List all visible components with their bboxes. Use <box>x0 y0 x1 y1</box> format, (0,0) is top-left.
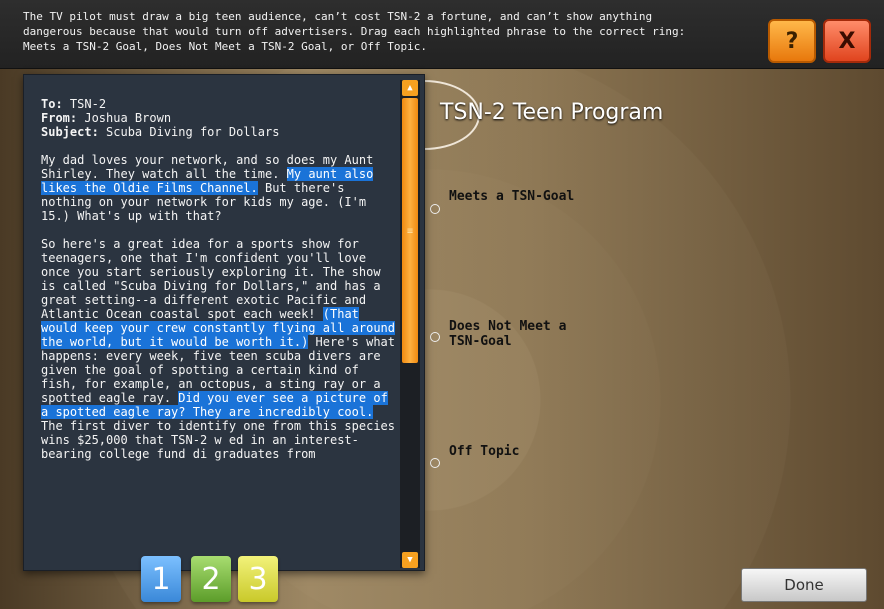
meets-goal-target[interactable]: Meets a TSN-Goal <box>449 189 619 204</box>
help-button[interactable]: ? <box>768 19 816 63</box>
meets-goal-dot <box>430 204 440 214</box>
scroll-down-arrow-icon[interactable]: ▼ <box>402 552 418 568</box>
tab-page-2[interactable]: 2 <box>191 556 231 602</box>
scroll-up-arrow-icon[interactable]: ▲ <box>402 80 418 96</box>
ring-title: TSN-2 Teen Program <box>440 100 664 125</box>
close-button[interactable]: X <box>823 19 871 63</box>
paragraph-1: My dad loves your network, and so does m… <box>41 153 397 223</box>
subject-value: Scuba Diving for Dollars <box>106 125 280 139</box>
to-label: To: <box>41 97 63 111</box>
subject-label: Subject: <box>41 125 99 139</box>
off-topic-target[interactable]: Off Topic <box>449 444 599 459</box>
not-meets-goal-dot <box>430 332 440 342</box>
grip-icon: ≡ <box>406 226 414 237</box>
done-button[interactable]: Done <box>741 568 867 602</box>
instructions-text: The TV pilot must draw a big teen audien… <box>23 10 686 53</box>
to-value: TSN-2 <box>69 97 107 111</box>
text-run: The first diver to identify one from thi… <box>41 419 396 461</box>
email-panel: To: TSN-2 From: Joshua Brown Subject: Sc… <box>23 74 425 571</box>
off-topic-dot <box>430 458 440 468</box>
paragraph-2: So here's a great idea for a sports show… <box>41 237 397 461</box>
from-value: Joshua Brown <box>84 111 172 125</box>
tab-page-3[interactable]: 3 <box>238 556 278 602</box>
tab-page-1[interactable]: 1 <box>141 556 181 602</box>
instruction-bar: The TV pilot must draw a big teen audien… <box>0 0 884 69</box>
from-label: From: <box>41 111 78 125</box>
not-meets-goal-target[interactable]: Does Not Meet a TSN-Goal <box>449 319 599 349</box>
email-body: To: TSN-2 From: Joshua Brown Subject: Sc… <box>41 97 397 567</box>
